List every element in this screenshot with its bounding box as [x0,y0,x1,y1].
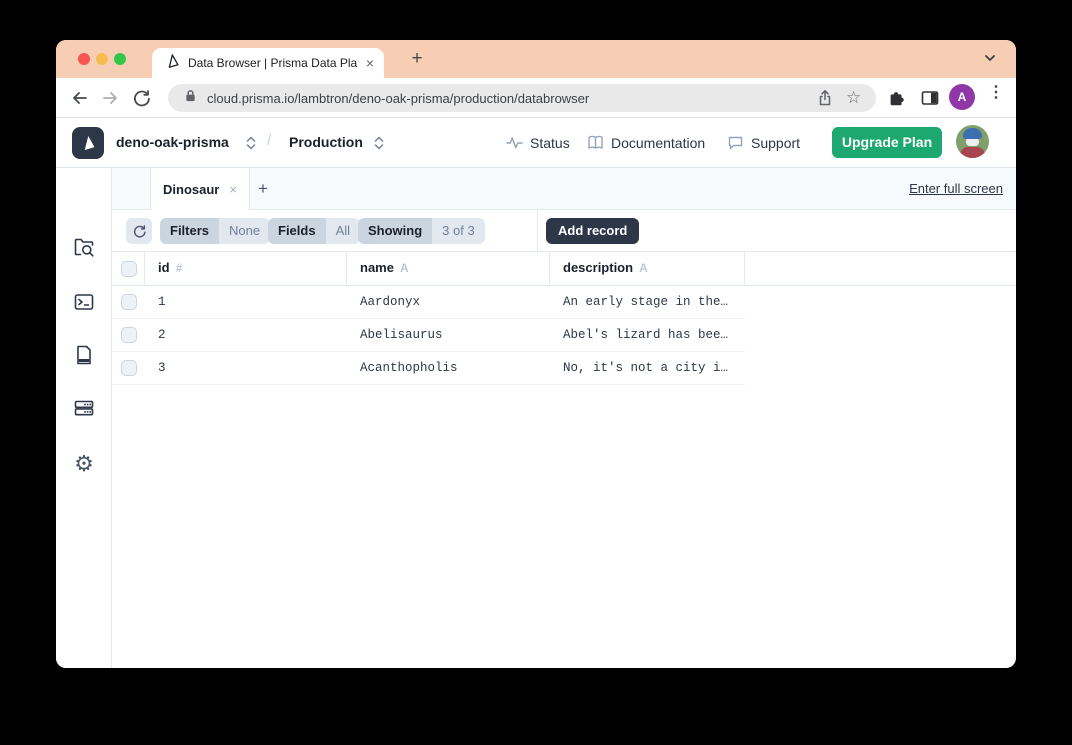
filters-control[interactable]: Filters None [160,218,270,244]
project-selector-chevrons-icon[interactable] [245,135,257,151]
table-row[interactable]: 3 Acanthopholis No, it's not a city i… [112,352,745,385]
data-toolbar: Filters None Fields All Showing 3 of 3 A… [112,210,1016,252]
side-panel-icon[interactable] [920,88,940,108]
project-selector[interactable]: deno-oak-prisma [116,134,229,150]
share-icon[interactable] [816,89,834,107]
column-type-string-icon: A [400,261,409,275]
schema-viewer-icon[interactable] [72,343,96,367]
databases-icon[interactable] [72,396,96,420]
bookmark-star-icon[interactable]: ☆ [846,89,864,107]
refresh-icon [132,224,147,239]
toolbar-divider [537,210,538,252]
environment-selector[interactable]: Production [289,134,363,150]
refresh-button[interactable] [126,218,152,244]
cell-id[interactable]: 3 [158,361,166,375]
sidebar: ⚙ [56,168,112,668]
browser-tab-title: Data Browser | Prisma Data Pla [188,56,364,70]
column-header-name[interactable]: name A [360,260,409,275]
chrome-menu-icon[interactable]: ⋮ [988,87,1002,109]
upgrade-plan-button[interactable]: Upgrade Plan [832,127,942,158]
app-header: deno-oak-prisma / Production Status Docu… [56,118,1016,168]
settings-gear-icon[interactable]: ⚙ [72,452,96,476]
table-row[interactable]: 2 Abelisaurus Abel's lizard has bee… [112,319,745,352]
showing-value: 3 of 3 [432,218,485,244]
add-record-button[interactable]: Add record [546,218,639,244]
cell-description[interactable]: No, it's not a city i… [563,361,741,375]
fields-label: Fields [268,218,326,244]
model-tab-label: Dinosaur [163,182,219,197]
browser-window: Data Browser | Prisma Data Pla × + [56,40,1016,668]
column-header-id[interactable]: id # [158,260,182,275]
chrome-profile-avatar[interactable]: A [949,84,975,110]
extensions-puzzle-icon[interactable] [887,88,907,108]
enter-fullscreen-link[interactable]: Enter full screen [909,181,1003,196]
lock-icon [184,89,197,108]
showing-label: Showing [358,218,432,244]
cell-name[interactable]: Acanthopholis [360,361,458,375]
pulse-icon [506,134,523,151]
model-tab-bar: Dinosaur × + Enter full screen [112,168,1016,210]
browser-tab[interactable]: Data Browser | Prisma Data Pla × [152,48,384,78]
documentation-link[interactable]: Documentation [587,134,705,151]
browser-toolbar: cloud.prisma.io/lambtron/deno-oak-prisma… [56,78,1016,118]
back-icon[interactable] [70,88,90,108]
browser-tab-strip: Data Browser | Prisma Data Pla × + [56,40,1016,78]
environment-selector-chevrons-icon[interactable] [373,135,385,151]
cell-name[interactable]: Abelisaurus [360,328,443,342]
cell-id[interactable]: 2 [158,328,166,342]
column-type-string-icon: A [639,261,648,275]
prisma-logo[interactable] [72,127,104,159]
data-browser-search-icon[interactable] [72,235,96,259]
cell-description[interactable]: An early stage in the… [563,295,741,309]
column-header-description[interactable]: description A [563,260,648,275]
forward-icon[interactable] [100,88,120,108]
cell-id[interactable]: 1 [158,295,166,309]
chat-icon [727,134,744,151]
status-label: Status [530,135,570,151]
row-checkbox[interactable] [121,327,137,343]
status-link[interactable]: Status [506,134,570,151]
fields-control[interactable]: Fields All [268,218,360,244]
user-avatar[interactable] [956,125,989,158]
model-tab-close-icon[interactable]: × [229,182,237,197]
filters-label: Filters [160,218,219,244]
zoom-window-button[interactable] [114,53,126,65]
documentation-label: Documentation [611,135,705,151]
prisma-favicon-icon [164,53,180,74]
row-checkbox[interactable] [121,294,137,310]
query-console-icon[interactable] [72,290,96,314]
tab-close-icon[interactable]: × [364,56,376,70]
column-type-number-icon: # [176,261,183,275]
cell-name[interactable]: Aardonyx [360,295,420,309]
close-window-button[interactable] [78,53,90,65]
url-bar[interactable]: cloud.prisma.io/lambtron/deno-oak-prisma… [168,84,876,112]
fields-value: All [326,218,360,244]
desktop-background: Data Browser | Prisma Data Pla × + [0,0,1072,745]
reload-icon[interactable] [132,88,152,108]
url-text: cloud.prisma.io/lambtron/deno-oak-prisma… [207,91,804,106]
minimize-window-button[interactable] [96,53,108,65]
new-tab-button[interactable]: + [404,46,430,72]
row-checkbox[interactable] [121,360,137,376]
select-all-checkbox[interactable] [121,261,137,277]
add-model-tab-button[interactable]: + [252,178,274,200]
showing-control[interactable]: Showing 3 of 3 [358,218,485,244]
support-label: Support [751,135,800,151]
column-name: id [158,260,170,275]
column-name: description [563,260,633,275]
table-row[interactable]: 1 Aardonyx An early stage in the… [112,286,745,319]
cell-description[interactable]: Abel's lizard has bee… [563,328,741,342]
breadcrumb-separator: / [267,132,271,150]
filters-value: None [219,218,270,244]
book-icon [587,134,604,151]
tab-search-chevron-icon[interactable] [982,50,1002,68]
column-name: name [360,260,394,275]
model-tab-dinosaur[interactable]: Dinosaur × [150,168,250,210]
support-link[interactable]: Support [727,134,800,151]
